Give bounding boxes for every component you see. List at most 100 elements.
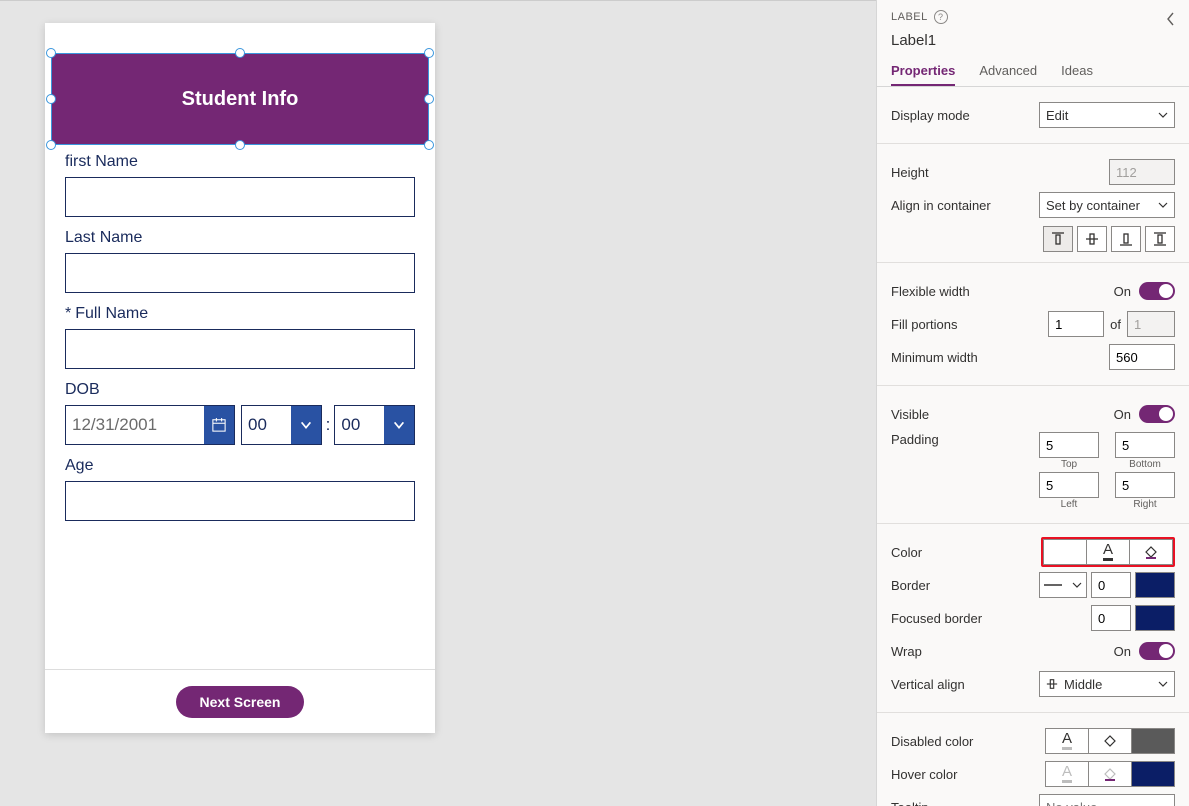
hover-color-swatch[interactable] — [1131, 761, 1175, 787]
calendar-icon[interactable] — [204, 406, 234, 444]
padding-top-label: Top — [1039, 459, 1099, 470]
vertical-align-value: Middle — [1064, 677, 1102, 692]
field-last-name: Last Name — [65, 229, 415, 293]
border-label: Border — [891, 578, 930, 593]
padding-right-input[interactable] — [1115, 472, 1175, 498]
tab-ideas[interactable]: Ideas — [1061, 63, 1093, 86]
required-marker: * — [65, 305, 71, 323]
height-label: Height — [891, 165, 929, 180]
wrap-value: On — [1114, 644, 1131, 659]
align-top-icon[interactable] — [1043, 226, 1073, 252]
font-color-button[interactable]: A — [1086, 539, 1130, 565]
selected-header-label[interactable]: Student Info — [51, 53, 429, 145]
properties-panel: LABEL ? Label1 Properties Advanced Ideas… — [876, 0, 1189, 806]
min-width-label: Minimum width — [891, 350, 978, 365]
border-width-input[interactable] — [1091, 572, 1131, 598]
dob-minute-dropdown[interactable]: 00 — [334, 405, 415, 445]
visible-value: On — [1114, 407, 1131, 422]
tab-properties[interactable]: Properties — [891, 63, 955, 86]
border-style-dropdown[interactable] — [1039, 572, 1087, 598]
chevron-down-icon — [291, 406, 321, 444]
display-mode-dropdown[interactable]: Edit — [1039, 102, 1175, 128]
min-width-input[interactable] — [1109, 344, 1175, 370]
align-middle-icon[interactable] — [1077, 226, 1107, 252]
hover-fill-color-button[interactable] — [1088, 761, 1132, 787]
padding-left-input[interactable] — [1039, 472, 1099, 498]
first-name-label: first Name — [65, 153, 415, 171]
dob-date-value: 12/31/2001 — [66, 406, 204, 444]
vertical-align-label: Vertical align — [891, 677, 965, 692]
expand-panel-icon[interactable] — [1165, 12, 1177, 29]
disabled-color-swatch[interactable] — [1131, 728, 1175, 754]
help-icon[interactable]: ? — [934, 10, 948, 24]
disabled-color-label: Disabled color — [891, 734, 973, 749]
resize-handle-tr[interactable] — [424, 48, 434, 58]
age-label: Age — [65, 457, 415, 475]
tab-advanced[interactable]: Advanced — [979, 63, 1037, 86]
full-name-label-text: Full Name — [75, 305, 148, 323]
wrap-toggle[interactable] — [1139, 642, 1175, 660]
focused-border-swatch[interactable] — [1135, 605, 1175, 631]
padding-right-label: Right — [1115, 499, 1175, 510]
tooltip-label: Tooltip — [891, 800, 929, 806]
resize-handle-ml[interactable] — [46, 94, 56, 104]
field-age: Age — [65, 457, 415, 521]
focused-border-label: Focused border — [891, 611, 982, 626]
fill-color-button[interactable] — [1129, 539, 1173, 565]
dob-row: 12/31/2001 00 : 00 — [65, 405, 415, 445]
align-container-dropdown[interactable]: Set by container — [1039, 192, 1175, 218]
flexible-width-value: On — [1114, 284, 1131, 299]
field-dob: DOB 12/31/2001 00 : — [65, 381, 415, 445]
border-color-swatch[interactable] — [1135, 572, 1175, 598]
next-screen-button[interactable]: Next Screen — [176, 686, 305, 718]
dob-hour-value: 00 — [242, 406, 291, 444]
object-name: Label1 — [891, 32, 1175, 49]
font-color-button[interactable] — [1043, 539, 1087, 565]
field-first-name: first Name — [65, 153, 415, 217]
dob-hour-dropdown[interactable]: 00 — [241, 405, 322, 445]
align-buttons — [891, 226, 1175, 252]
padding-label: Padding — [891, 432, 939, 447]
disabled-font-color-button[interactable]: A — [1045, 728, 1089, 754]
last-name-label: Last Name — [65, 229, 415, 247]
resize-handle-tl[interactable] — [46, 48, 56, 58]
visible-toggle[interactable] — [1139, 405, 1175, 423]
first-name-input[interactable] — [65, 177, 415, 217]
padding-bottom-input[interactable] — [1115, 432, 1175, 458]
resize-handle-mr[interactable] — [424, 94, 434, 104]
dob-date-picker[interactable]: 12/31/2001 — [65, 405, 235, 445]
header-label[interactable]: Student Info — [51, 53, 429, 145]
fill-total-input — [1127, 311, 1175, 337]
age-input[interactable] — [65, 481, 415, 521]
align-container-label: Align in container — [891, 198, 991, 213]
dob-minute-value: 00 — [335, 406, 384, 444]
canvas-area: Student Info first Name Last Name — [0, 0, 876, 806]
align-bottom-icon[interactable] — [1111, 226, 1141, 252]
phone-preview: Student Info first Name Last Name — [45, 23, 435, 733]
hover-font-color-button[interactable]: A — [1045, 761, 1089, 787]
color-label: Color — [891, 545, 922, 560]
fill-portions-input[interactable] — [1048, 311, 1104, 337]
color-control-highlighted: A — [1041, 537, 1175, 567]
disabled-fill-color-button[interactable] — [1088, 728, 1132, 754]
dob-label: DOB — [65, 381, 415, 399]
padding-bottom-label: Bottom — [1115, 459, 1175, 470]
field-full-name: * Full Name — [65, 305, 415, 369]
align-stretch-icon[interactable] — [1145, 226, 1175, 252]
padding-top-input[interactable] — [1039, 432, 1099, 458]
padding-left-label: Left — [1039, 499, 1099, 510]
display-mode-value: Edit — [1046, 108, 1068, 123]
full-name-input[interactable] — [65, 329, 415, 369]
footer-bar: Next Screen — [45, 669, 435, 733]
wrap-label: Wrap — [891, 644, 922, 659]
resize-handle-tm[interactable] — [235, 48, 245, 58]
focused-border-input[interactable] — [1091, 605, 1131, 631]
flexible-width-toggle[interactable] — [1139, 282, 1175, 300]
last-name-input[interactable] — [65, 253, 415, 293]
height-input[interactable] — [1109, 159, 1175, 185]
vertical-align-dropdown[interactable]: Middle — [1039, 671, 1175, 697]
form-body: first Name Last Name * Full Name DOB 12/… — [45, 145, 435, 533]
align-container-value: Set by container — [1046, 198, 1140, 213]
display-mode-label: Display mode — [891, 108, 970, 123]
tooltip-input[interactable] — [1039, 794, 1175, 806]
